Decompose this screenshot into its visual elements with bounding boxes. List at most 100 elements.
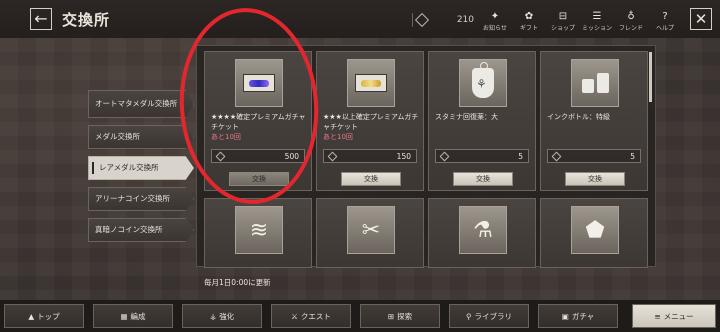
item-name-wrap: スタミナ回復薬：大 (435, 112, 535, 122)
nav-mission[interactable]: ☰ ミッション (580, 10, 614, 32)
formation-icon: ▦ (120, 311, 128, 321)
sidebar-item-arena-coin[interactable]: アリーナコイン交換所 (88, 187, 194, 211)
back-arrow-icon: ← (34, 9, 48, 28)
medal-icon (414, 12, 430, 28)
tab-quest[interactable]: ⚔ クエスト (271, 304, 351, 328)
menu-icon: ≡ (654, 311, 661, 321)
exchange-card[interactable]: インクボトル：特級 5 交換 (540, 51, 648, 191)
item-name: インクボトル：特級 (547, 113, 610, 121)
exchange-card[interactable]: ✂ (316, 198, 424, 268)
tab-label: ガチャ (571, 311, 595, 321)
sidebar-item-label: 真暗ノコイン交換所 (95, 225, 163, 235)
exchange-card[interactable]: ≋ (204, 198, 312, 268)
sidebar-item-automata-medal[interactable]: オートマタメダル交換所 (88, 90, 194, 118)
exchange-card[interactable]: ★★★以上確定プレミアムガチャチケット あと10回 150 交換 (316, 51, 424, 191)
points-value: 210 (456, 15, 474, 25)
gold-ticket-icon (347, 59, 395, 107)
top-bar: ← 交換所 210 ✦ お知らせ ✿ ギフト ⊟ ショップ ☰ ミッション ♁ フレンド … (0, 0, 720, 38)
scrollbar[interactable] (649, 52, 652, 102)
material-icon: ≋ (235, 206, 283, 254)
tab-label: クエスト (300, 311, 331, 321)
nav-friend[interactable]: ♁ フレンド (614, 10, 648, 32)
medal-icon (439, 151, 450, 161)
ink-bottle-icon (571, 59, 619, 107)
gacha-icon: ▣ (561, 311, 569, 321)
nav-gift[interactable]: ✿ ギフト (512, 10, 546, 32)
nav-mission-label: ミッション (581, 25, 612, 32)
stamina-potion-icon (459, 59, 507, 107)
item-name: スタミナ回復薬：大 (435, 113, 498, 121)
mission-icon: ☰ (592, 11, 602, 22)
nav-news[interactable]: ✦ お知らせ (478, 10, 512, 32)
exchange-panel: ★★★★確定プレミアムガチャチケット あと10回 500 交換 ★★★以上確定プ… (196, 45, 656, 268)
exchange-card[interactable]: スタミナ回復薬：大 5 交換 (428, 51, 536, 191)
page-title: 交換所 (62, 11, 111, 29)
tab-menu[interactable]: ≡ メニュー (632, 304, 716, 328)
enhance-icon: ⚶ (209, 311, 217, 321)
nav-help[interactable]: ? ヘルプ (648, 10, 682, 32)
tab-top[interactable]: ▲ トップ (4, 304, 84, 328)
sidebar-item-dark-coin[interactable]: 真暗ノコイン交換所 (88, 218, 194, 242)
item-name-wrap: ★★★★確定プレミアムガチャチケット あと10回 (211, 112, 311, 142)
item-name: ★★★以上確定プレミアムガチャチケット (323, 113, 419, 132)
library-icon: ⚲ (466, 311, 472, 321)
item-price: 500 (284, 151, 299, 161)
shop-icon: ⊟ (558, 11, 568, 22)
sidebar-item-medal[interactable]: メダル交換所 (88, 125, 194, 149)
tab-explore[interactable]: ⊞ 探索 (360, 304, 440, 328)
sidebar-item-label: メダル交換所 (95, 132, 140, 142)
price-box: 5 (547, 149, 641, 163)
exchange-card[interactable]: ⚗ (428, 198, 536, 268)
bottom-nav: ▲ トップ ▦ 編成 ⚶ 強化 ⚔ クエスト ⊞ 探索 ⚲ ライブラリ ▣ ガチャ ≡ メニュー (0, 300, 720, 332)
header-nav: ✦ お知らせ ✿ ギフト ⊟ ショップ ☰ ミッション ♁ フレンド ? ヘルプ (478, 10, 682, 32)
price-box: 500 (211, 149, 305, 163)
nav-gift-label: ギフト (519, 25, 538, 32)
close-button[interactable]: ✕ (690, 8, 712, 30)
item-remaining: あと10回 (211, 133, 241, 142)
explore-icon: ⊞ (387, 311, 395, 321)
material-icon: ⚗ (459, 206, 507, 254)
tab-label: トップ (37, 311, 60, 321)
gift-icon: ✿ (524, 11, 534, 22)
top-icon: ▲ (28, 311, 35, 321)
tab-label: 探索 (397, 311, 413, 321)
nav-help-label: ヘルプ (655, 25, 674, 32)
item-price: 5 (518, 151, 523, 161)
tab-label: 強化 (219, 311, 235, 321)
price-box: 150 (323, 149, 417, 163)
tab-enhance[interactable]: ⚶ 強化 (182, 304, 262, 328)
exchange-button[interactable]: 交換 (453, 172, 513, 186)
sidebar-item-label: アリーナコイン交換所 (95, 194, 170, 204)
tab-formation[interactable]: ▦ 編成 (93, 304, 173, 328)
sidebar-item-label: オートマタメダル交換所 (95, 99, 178, 109)
item-price: 150 (396, 151, 411, 161)
price-box: 5 (435, 149, 529, 163)
tab-gacha[interactable]: ▣ ガチャ (538, 304, 618, 328)
back-button[interactable]: ← (30, 8, 52, 30)
tab-library[interactable]: ⚲ ライブラリ (449, 304, 529, 328)
nav-friend-label: フレンド (618, 25, 643, 32)
tab-label: メニュー (663, 311, 694, 321)
material-icon: ⬟ (571, 206, 619, 254)
item-name-wrap: ★★★以上確定プレミアムガチャチケット あと10回 (323, 112, 423, 142)
medal-icon (551, 151, 562, 161)
item-name: ★★★★確定プレミアムガチャチケット (211, 113, 306, 132)
nav-news-label: お知らせ (483, 25, 507, 32)
item-name-wrap: インクボトル：特級 (547, 112, 647, 122)
medal-icon (327, 151, 338, 161)
help-icon: ? (662, 11, 668, 22)
sidebar-item-label: レアメダル交換所 (99, 163, 159, 173)
sidebar-item-rare-medal[interactable]: レアメダル交換所 (88, 156, 194, 180)
exchange-button[interactable]: 交換 (229, 172, 289, 186)
nav-shop-label: ショップ (550, 25, 575, 32)
medal-icon (215, 151, 226, 161)
tab-label: ライブラリ (474, 311, 513, 321)
nav-shop[interactable]: ⊟ ショップ (546, 10, 580, 32)
exchange-button[interactable]: 交換 (565, 172, 625, 186)
item-remaining: あと10回 (323, 133, 353, 142)
premium-ticket-icon (235, 59, 283, 107)
tab-label: 編成 (130, 311, 146, 321)
exchange-button[interactable]: 交換 (341, 172, 401, 186)
exchange-card[interactable]: ★★★★確定プレミアムガチャチケット あと10回 500 交換 (204, 51, 312, 191)
exchange-card[interactable]: ⬟ (540, 198, 648, 268)
